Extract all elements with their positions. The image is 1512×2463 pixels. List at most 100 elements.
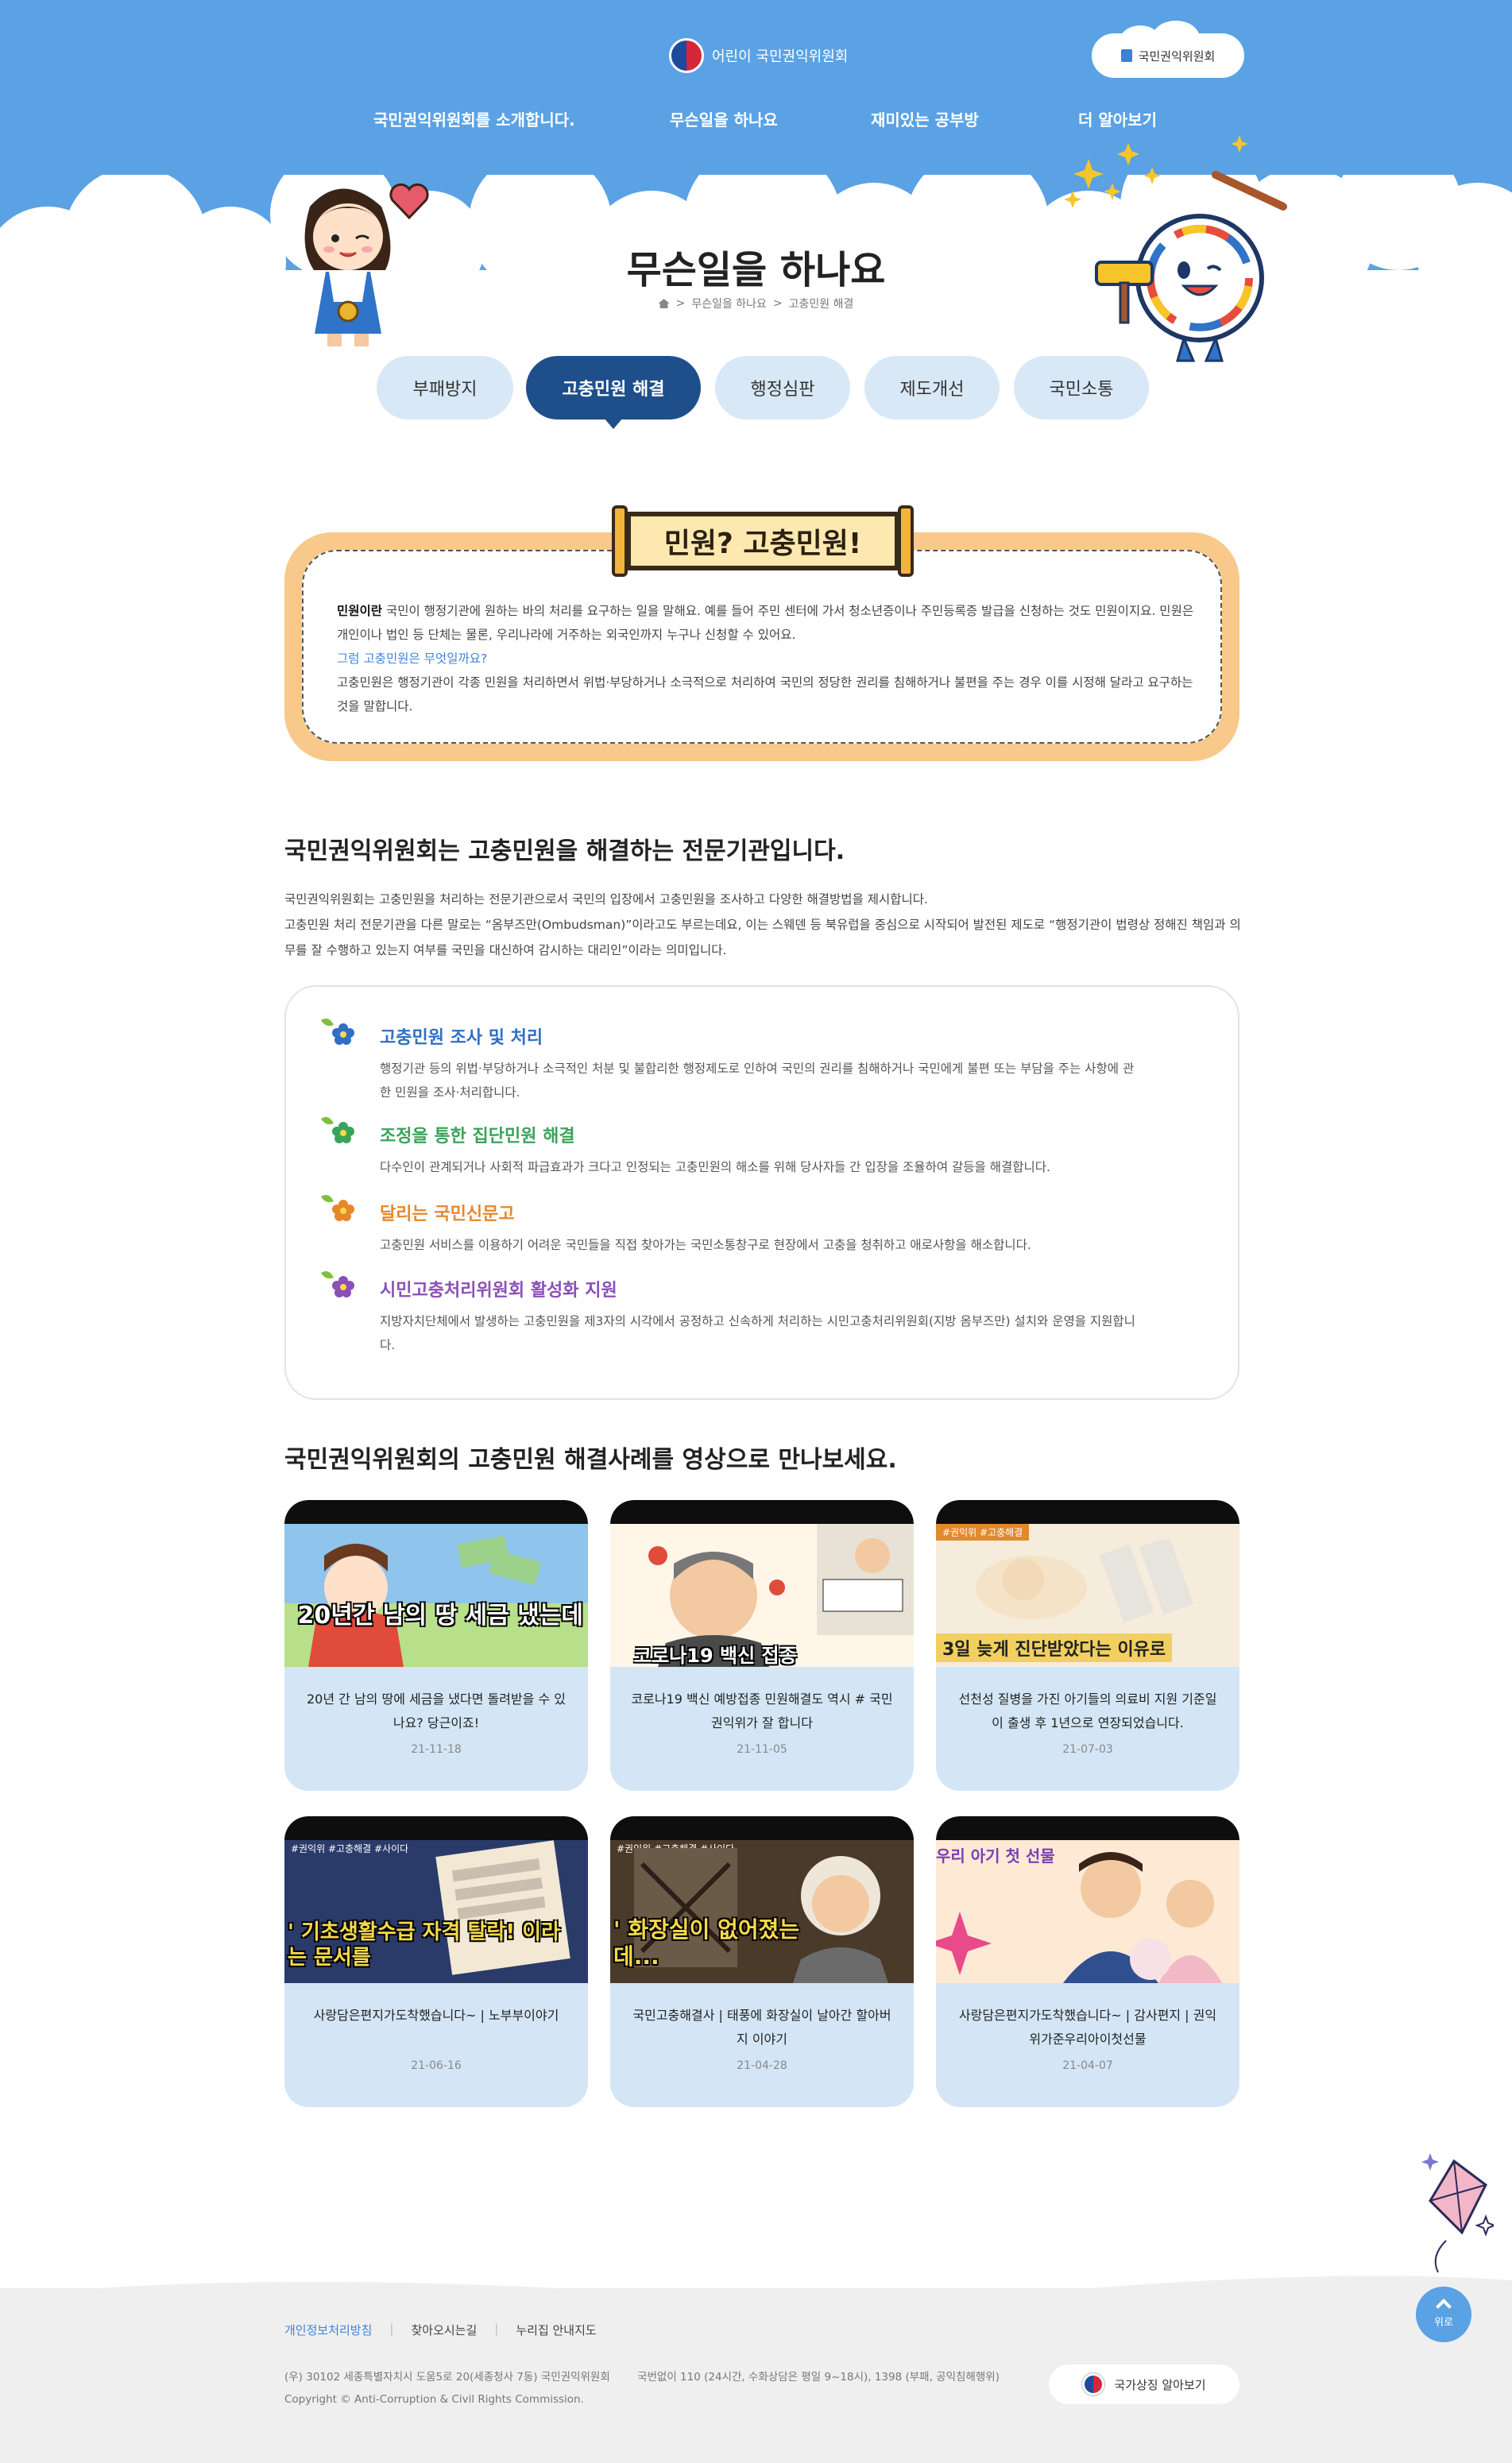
thumbnail-top-bar [610, 1816, 914, 1840]
feature-body: 다수인이 관계되거나 사회적 파급효과가 크다고 인정되는 고충민원의 해소를 … [380, 1160, 1050, 1174]
section1-desc-para: 고충민원 처리 전문기관을 다른 말로는 “옴부즈만(Ombudsman)”이라… [284, 918, 1241, 957]
scroll-rod-right [898, 505, 914, 577]
tab-system-improvement[interactable]: 제도개선 [864, 356, 1000, 420]
main-navigation: 국민권익위원회를 소개합니다. 무슨일을 하나요 재미있는 공부방 더 알아보기 [0, 107, 1512, 139]
video-date: 21-07-03 [1062, 1743, 1113, 1756]
video-title[interactable]: 20년 간 남의 땅에 세금을 냈다면 돌려받을 수 있나요? 당근이죠! [304, 1688, 569, 1735]
video-thumbnail[interactable]: 우리 아기 첫 선물 [936, 1816, 1239, 1983]
footer-link-privacy[interactable]: 개인정보처리방침 [284, 2322, 372, 2338]
orange-flower-icon [321, 1195, 354, 1221]
video-thumbnail[interactable]: #권익위 #고충해결 #사이다 ' 기초생활수급 자격 탈락! 이라는 문서를 [284, 1816, 588, 1983]
kite-illustration [1421, 2153, 1494, 2273]
scroll-top-label: 위로 [1434, 2316, 1453, 2329]
footer-link-directions[interactable]: 찾아오시는길 [411, 2322, 477, 2338]
nav-item-study-room[interactable]: 재미있는 공부방 [871, 107, 979, 130]
video-card[interactable]: #권익위 #고충해결 #사이다 ' 화장실이 없어졌는데... 국민고충해결사 … [610, 1816, 914, 2107]
section2-title: 국민권익위원회의 고충민원 해결사례를 영상으로 만나보세요. [284, 1446, 897, 1474]
video-title[interactable]: 국민고충해결사 | 태풍에 화장실이 날아간 할아버지 이야기 [629, 2004, 895, 2051]
thumbnail-top-bar [284, 1500, 588, 1524]
scroll-top-button[interactable]: 위로 [1416, 2287, 1471, 2342]
heart-icon [389, 183, 429, 219]
breadcrumb: > 무슨일을 하나요 > 고충민원 해결 [0, 296, 1512, 311]
national-symbol-button[interactable]: 국가상징 알아보기 [1049, 2364, 1239, 2404]
scroll-title: 민원? 고충민원! [626, 512, 899, 570]
tab-grievance-resolution[interactable]: 고충민원 해결 [526, 356, 701, 429]
video-card[interactable]: #권익위 #고충해결 #사이다 ' 기초생활수급 자격 탈락! 이라는 문서를 … [284, 1816, 588, 2107]
scroll-banner: 민원? 고충민원! [612, 505, 914, 577]
video-card[interactable]: 우리 아기 첫 선물 사랑담은편지가도착했습니다~ | 감사편지 | 권익위가준… [936, 1816, 1239, 2107]
video-date: 21-04-07 [1062, 2059, 1113, 2072]
feature-title: 시민고충처리위원회 활성화 지원 [380, 1281, 617, 1301]
video-date: 21-11-18 [411, 1743, 462, 1756]
nav-item-more[interactable]: 더 알아보기 [1078, 107, 1157, 130]
purple-flower-icon [321, 1271, 354, 1297]
video-thumbnail[interactable]: 코로나19 백신 접종 [610, 1500, 914, 1667]
footer-links: 개인정보처리방침 | 찾아오시는길 | 누리집 안내지도 [284, 2322, 597, 2338]
video-thumbnail[interactable]: #권익위 #고충해결 #사이다 ' 화장실이 없어졌는데... [610, 1816, 914, 1983]
sub-tabs: 부패방지 고충민원 해결 행정심판 제도개선 국민소통 [0, 356, 1512, 429]
national-symbol-label: 국가상징 알아보기 [1114, 2377, 1206, 2392]
video-date: 21-04-28 [737, 2059, 787, 2072]
footer-address: (우) 30102 세종특별자치시 도움5로 20(세종청사 7동) 국민권익위… [284, 2371, 610, 2384]
thumbnail-overlay-text: 20년간 남의 땅 세금 냈는데 [297, 1602, 583, 1630]
top-button-label: 국민권익위원회 [1138, 48, 1216, 64]
section1-desc-para: 국민권익위원회는 고충민원을 처리하는 전문기관으로서 국민의 입장에서 고충민… [284, 892, 928, 907]
site-logo[interactable]: 어린이 국민권익위원회 [669, 38, 848, 73]
video-date: 21-11-05 [737, 1743, 787, 1756]
tab-public-communication[interactable]: 국민소통 [1014, 356, 1149, 420]
feature-body: 행정기관 등의 위법·부당하거나 소극적인 처분 및 불합리한 행정제도로 인하… [380, 1061, 1135, 1100]
thumbnail-tag: #권익위 #고충해결 [936, 1524, 1030, 1541]
video-card[interactable]: 코로나19 백신 접종 코로나19 백신 예방접종 민원해결도 역시 # 국민권… [610, 1500, 914, 1791]
footer-copyright: Copyright © Anti-Corruption & Civil Righ… [284, 2393, 584, 2406]
section1-description: 국민권익위원회는 고충민원을 처리하는 전문기관으로서 국민의 입장에서 고충민… [284, 887, 1246, 963]
feature-title: 고충민원 조사 및 처리 [380, 1028, 543, 1048]
definition-line2: 고충민원은 행정기관이 각종 민원을 처리하면서 위법·부당하거나 소극적으로 … [337, 675, 1193, 713]
definition-inner: 민원이란 국민이 행정기관에 원하는 바의 처리를 요구하는 일을 말해요. 예… [302, 550, 1222, 744]
definition-question: 그럼 고충민원은 무엇일까요? [337, 652, 488, 666]
feature-body: 고충민원 서비스를 이용하기 어려운 국민들을 직접 찾아가는 국민소통창구로 … [380, 1238, 1031, 1252]
video-card[interactable]: #권익위 #고충해결 3일 늦게 진단받았다는 이유로 선천성 질병을 가진 아… [936, 1500, 1239, 1791]
tab-corruption-prevention[interactable]: 부패방지 [377, 356, 513, 420]
arrow-up-icon [1436, 2298, 1452, 2314]
breadcrumb-item[interactable]: 무슨일을 하나요 [691, 296, 767, 311]
video-title[interactable]: 코로나19 백신 예방접종 민원해결도 역시 # 국민권익위가 잘 합니다 [629, 1688, 895, 1735]
footer-address-block: (우) 30102 세종특별자치시 도움5로 20(세종청사 7동) 국민권익위… [284, 2366, 1000, 2411]
footer-link-sitemap[interactable]: 누리집 안내지도 [516, 2322, 596, 2338]
breadcrumb-separator: > [675, 297, 686, 310]
features-box: 고충민원 조사 및 처리 행정기관 등의 위법·부당하거나 소극적인 처분 및 … [284, 985, 1239, 1400]
thumbnail-overlay-text: 우리 아기 첫 선물 [936, 1846, 1055, 1866]
thumbnail-overlay-text: 3일 늦게 진단받았다는 이유로 [936, 1634, 1173, 1662]
feature-title: 달리는 국민신문고 [380, 1204, 515, 1224]
definition-line1: 국민이 행정기관에 원하는 바의 처리를 요구하는 일을 말해요. 예를 들어 … [337, 604, 1194, 642]
green-flower-icon [321, 1117, 354, 1143]
thumbnail-top-bar [936, 1816, 1239, 1840]
video-thumbnail[interactable]: 20년간 남의 땅 세금 냈는데 [284, 1500, 588, 1667]
video-card[interactable]: 20년간 남의 땅 세금 냈는데 20년 간 남의 땅에 세금을 냈다면 돌려받… [284, 1500, 588, 1791]
definition-text: 민원이란 국민이 행정기관에 원하는 바의 처리를 요구하는 일을 말해요. 예… [337, 599, 1195, 718]
breadcrumb-separator: > [772, 297, 783, 310]
taegeuk-flag-icon [1082, 2373, 1105, 2395]
thumbnail-illustration [976, 1540, 1194, 1623]
footer-separator: | [389, 2322, 394, 2336]
video-thumbnail[interactable]: #권익위 #고충해결 3일 늦게 진단받았다는 이유로 [936, 1500, 1239, 1667]
nav-item-intro[interactable]: 국민권익위원회를 소개합니다. [373, 107, 575, 130]
scroll-rod-left [612, 505, 628, 577]
thumbnail-overlay-text: ' 화장실이 없어졌는데... [613, 1916, 800, 1970]
video-title[interactable]: 사랑담은편지가도착했습니다~ | 감사편지 | 권익위가준우리아이첫선물 [955, 2004, 1220, 2051]
thumbnail-overlay-text: 코로나19 백신 접종 [634, 1645, 797, 1667]
footer-separator: | [494, 2322, 499, 2336]
footer-phone: 국번없이 110 (24시간, 수화상담은 평일 9~18시), 1398 (부… [637, 2371, 1000, 2384]
thumbnail-top-bar [936, 1500, 1239, 1524]
feature-body: 지방자치단체에서 발생하는 고충민원을 제3자의 시각에서 공정하고 신속하게 … [380, 1314, 1135, 1352]
thumbnail-overlay-text: ' 기초생활수급 자격 탈락! 이라는 문서를 [288, 1920, 561, 1970]
tab-administrative-appeals[interactable]: 행정심판 [715, 356, 850, 420]
home-icon[interactable] [658, 299, 670, 308]
breadcrumb-item-current: 고충민원 해결 [788, 298, 854, 311]
page-title: 무슨일을 하나요 [626, 248, 886, 292]
building-icon [1120, 49, 1132, 62]
acrc-homepage-button[interactable]: 국민권익위원회 [1096, 21, 1239, 73]
nav-item-what-we-do[interactable]: 무슨일을 하나요 [670, 107, 778, 130]
video-title[interactable]: 사랑담은편지가도착했습니다~ | 노부부이야기 [304, 2004, 569, 2028]
thumbnail-top-bar [610, 1500, 914, 1524]
video-title[interactable]: 선천성 질병을 가진 아기들의 의료비 지원 기준일이 출생 후 1년으로 연장… [955, 1688, 1220, 1735]
